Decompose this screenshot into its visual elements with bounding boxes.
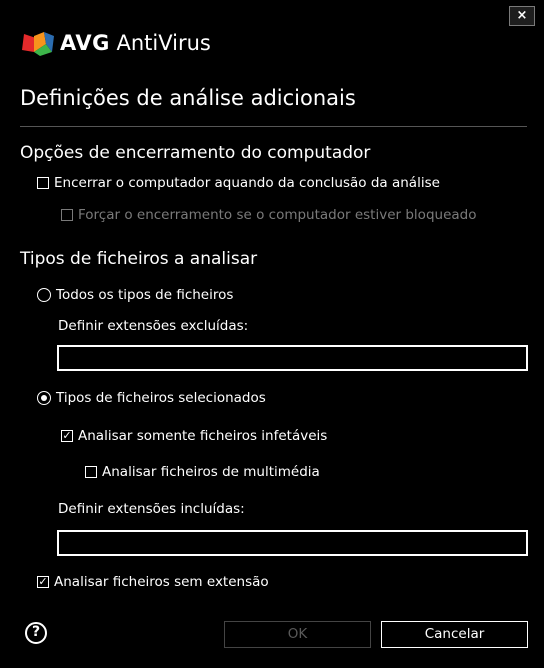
no-extension-checkbox-label: Analisar ficheiros sem extensão: [54, 574, 269, 590]
selected-types-radio[interactable]: [37, 391, 51, 405]
radio-selected-dot: [41, 395, 47, 401]
page-title: Definições de análise adicionais: [20, 86, 356, 110]
help-icon[interactable]: ?: [25, 622, 47, 644]
all-types-radio-label: Todos os tipos de ficheiros: [56, 287, 234, 303]
infectable-only-checkbox-label: Analisar somente ficheiros infetáveis: [78, 428, 328, 444]
dialog-window: AVG AntiVirus × Definições de análise ad…: [0, 0, 544, 668]
excluded-extensions-input[interactable]: [57, 345, 528, 371]
divider: [20, 126, 527, 127]
close-icon: ×: [516, 8, 528, 23]
force-shutdown-checkbox: [61, 209, 73, 221]
selected-types-radio-row[interactable]: Tipos de ficheiros selecionados: [37, 389, 266, 407]
infectable-only-checkbox-row[interactable]: ✓ Analisar somente ficheiros infetáveis: [61, 427, 327, 445]
shutdown-checkbox-row[interactable]: Encerrar o computador aquando da conclus…: [37, 174, 440, 192]
infectable-only-checkbox[interactable]: ✓: [61, 430, 73, 442]
shutdown-checkbox-label: Encerrar o computador aquando da conclus…: [54, 175, 440, 191]
file-types-section-heading: Tipos de ficheiros a analisar: [20, 249, 258, 269]
app-brand: AVG AntiVirus: [60, 31, 211, 55]
multimedia-checkbox[interactable]: [85, 466, 97, 478]
no-extension-checkbox[interactable]: ✓: [37, 576, 49, 588]
title-bar: AVG AntiVirus ×: [0, 0, 544, 74]
included-extensions-label: Definir extensões incluídas:: [58, 501, 245, 517]
all-types-radio-row[interactable]: Todos os tipos de ficheiros: [37, 286, 233, 304]
shutdown-section-heading: Opções de encerramento do computador: [20, 143, 371, 163]
all-types-radio[interactable]: [37, 288, 51, 302]
shutdown-checkbox[interactable]: [37, 177, 49, 189]
ok-button[interactable]: OK: [224, 621, 371, 648]
force-shutdown-checkbox-label: Forçar o encerramento se o computador es…: [78, 207, 477, 223]
no-extension-checkbox-row[interactable]: ✓ Analisar ficheiros sem extensão: [37, 573, 269, 591]
avg-logo-icon: [22, 32, 54, 56]
selected-types-radio-label: Tipos de ficheiros selecionados: [56, 390, 266, 406]
included-extensions-input[interactable]: [57, 530, 528, 556]
force-shutdown-checkbox-row: Forçar o encerramento se o computador es…: [61, 206, 476, 224]
cancel-button[interactable]: Cancelar: [381, 621, 528, 648]
close-button[interactable]: ×: [509, 6, 535, 26]
excluded-extensions-label: Definir extensões excluídas:: [58, 318, 249, 334]
multimedia-checkbox-row[interactable]: Analisar ficheiros de multimédia: [85, 463, 320, 481]
multimedia-checkbox-label: Analisar ficheiros de multimédia: [102, 464, 320, 480]
